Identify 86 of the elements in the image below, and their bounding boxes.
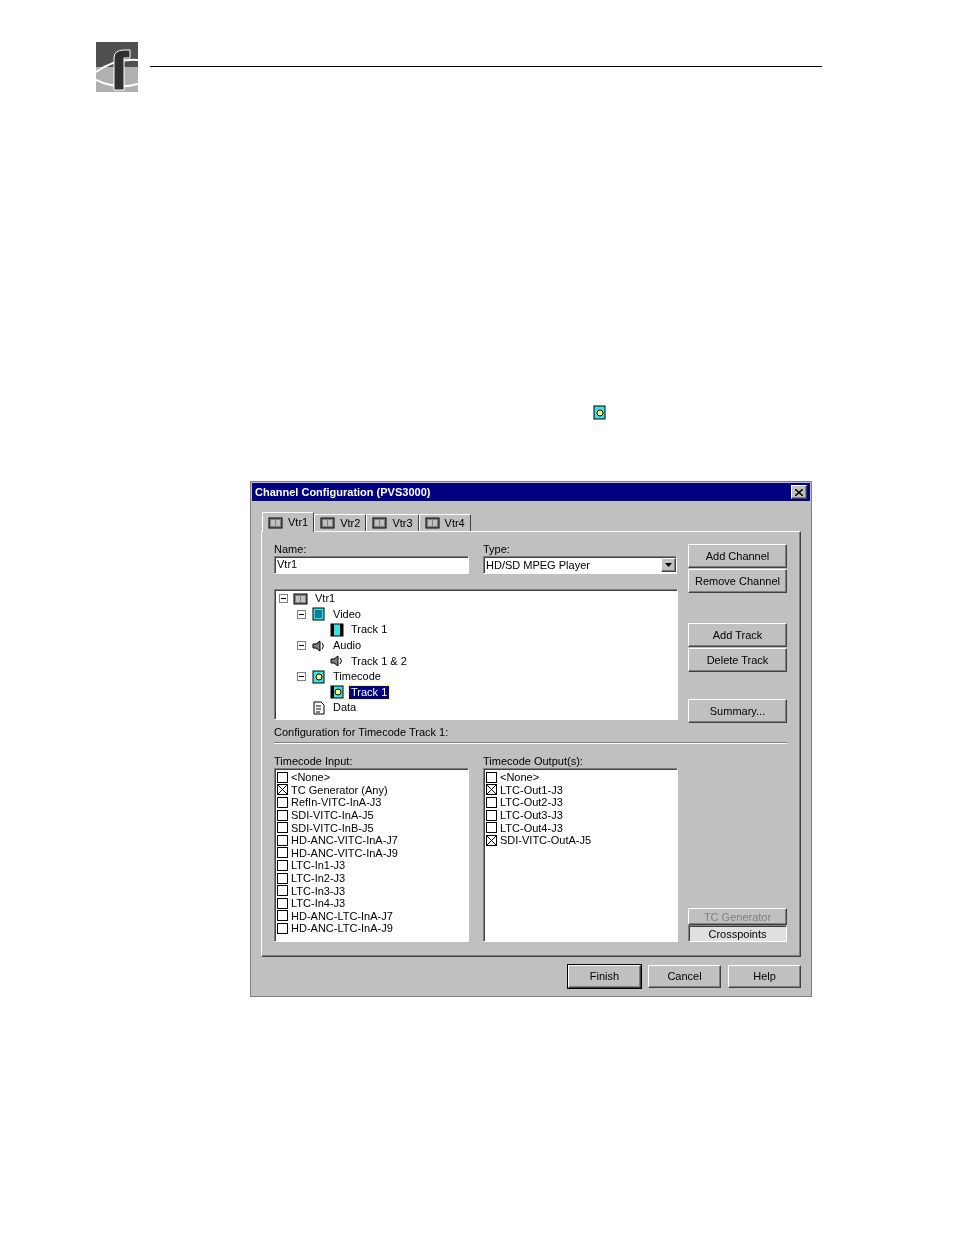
checkbox-label: LTC-In3-J3 [291,884,346,897]
section-label: Configuration for Timecode Track 1: [274,725,450,739]
tree-item[interactable]: Track 1 & 2 [349,654,409,668]
collapse-toggle[interactable] [297,672,306,682]
type-dropdown[interactable]: HD/SD MPEG Player [483,556,677,574]
tree-item[interactable]: Data [331,701,359,715]
field-label: Name: [274,542,308,556]
document-icon [311,700,327,715]
checkbox[interactable] [277,872,288,884]
close-button[interactable] [791,485,807,499]
checkbox[interactable] [486,822,497,834]
close-icon [795,488,803,496]
dialog-button[interactable]: Help [728,965,801,988]
checkbox-label: LTC-In4-J3 [291,897,346,910]
checkbox-label: RefIn-VITC-InA-J3 [291,796,382,809]
collapse-toggle[interactable] [279,594,288,604]
tree-item[interactable]: Audio [331,639,364,653]
tape-deck-icon [424,516,441,530]
tape-deck-icon [268,515,284,530]
checkbox-label: <None> [500,771,540,784]
checkbox-label: <None> [291,771,331,784]
checkbox-label: HD-ANC-LTC-InA-J9 [291,922,393,935]
checkbox-label: SDI-VITC-InA-J5 [291,809,374,822]
side-button[interactable]: Add Track [688,623,787,647]
tree-item[interactable]: Video [331,607,363,621]
checkbox[interactable] [277,809,288,821]
collapse-toggle[interactable] [297,609,306,619]
tab[interactable]: Vtr2 [314,514,367,531]
dialog-button[interactable]: Cancel [648,965,721,988]
checkbox[interactable] [277,822,288,834]
checkbox-label: HD-ANC-VITC-InA-J9 [291,846,398,859]
checkbox-label: LTC-In2-J3 [291,872,346,885]
mode-button[interactable]: Crosspoints [688,925,787,942]
tree-item[interactable]: Track 1 [349,623,390,637]
checkbox[interactable] [486,809,497,821]
checkbox[interactable] [277,847,288,859]
dialog-button[interactable]: Finish [568,965,641,988]
window-title: Channel Configuration (PVS3000) [255,484,431,500]
checkbox[interactable] [277,771,288,783]
list-label: Timecode Input: [274,754,354,768]
checkbox-label: LTC-Out2-J3 [500,796,563,809]
checkbox[interactable] [277,885,288,897]
checkbox-label: LTC-Out3-J3 [500,809,563,822]
list-label: Timecode Output(s): [483,754,584,768]
tape-deck-icon [320,516,337,530]
video-icon [311,607,327,622]
checkbox[interactable] [277,922,288,934]
checkbox[interactable] [277,834,288,846]
collapse-toggle[interactable] [297,641,306,651]
checkbox[interactable] [277,910,288,922]
film-icon [329,623,345,637]
checkbox[interactable] [277,784,288,796]
timecode-icon [329,685,345,700]
checkbox-label: LTC-In1-J3 [291,859,346,872]
checkbox-label: TC Generator (Any) [291,783,388,796]
side-button[interactable]: Remove Channel [688,569,787,593]
checkbox[interactable] [277,797,288,808]
checkbox[interactable] [486,834,497,846]
field-label: Type: [483,542,511,556]
tree-item[interactable]: Timecode [331,670,383,684]
checkbox-label: LTC-Out4-J3 [500,821,563,834]
checkbox-label: HD-ANC-LTC-InA-J7 [291,909,393,922]
name-field[interactable]: Vtr1 [274,556,469,574]
tab[interactable]: Vtr3 [366,514,419,531]
checkbox-label: HD-ANC-VITC-InA-J7 [291,834,398,847]
tab[interactable]: Vtr4 [418,514,471,531]
checkbox[interactable] [486,784,497,796]
tape-deck-icon [372,516,389,530]
tree-item[interactable]: Track 1 [349,685,390,699]
tree-item[interactable]: Vtr1 [313,592,338,606]
checkbox[interactable] [486,797,497,808]
logo-icon [96,42,138,94]
tab[interactable]: Vtr1 [262,512,315,532]
checkbox-label: SDI-VITC-InB-J5 [291,821,374,834]
timecode-icon [311,669,327,684]
side-button[interactable]: Add Channel [688,544,787,568]
speaker-icon [329,654,345,669]
side-button[interactable]: Delete Track [688,648,787,672]
speaker-icon [311,638,327,653]
checkbox-label: LTC-Out1-J3 [500,783,563,796]
side-button[interactable]: Summary... [688,699,787,723]
checkbox-label: SDI-VITC-OutA-J5 [500,834,592,847]
timecode-icon [593,405,607,421]
checkbox[interactable] [277,897,288,909]
checkbox[interactable] [277,859,288,871]
checkbox[interactable] [486,771,497,783]
